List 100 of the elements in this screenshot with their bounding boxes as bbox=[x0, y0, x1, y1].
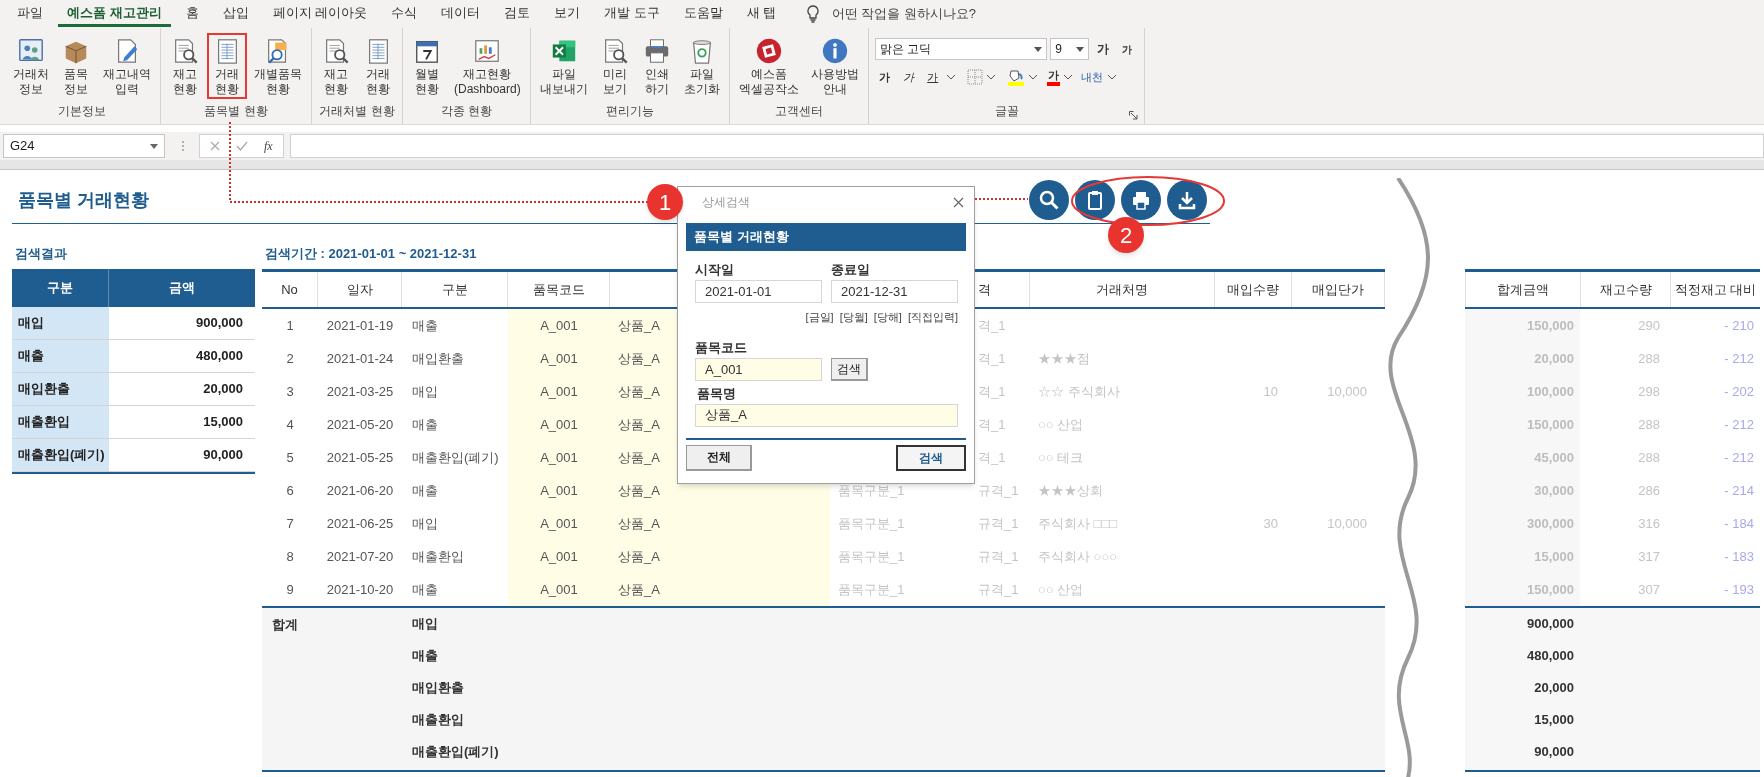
table-cell-text: 2021-07-20 bbox=[325, 547, 395, 566]
font-size-field[interactable]: 9 bbox=[1050, 38, 1090, 60]
menu-tab[interactable]: 도움말 bbox=[674, 1, 732, 27]
code-field[interactable]: A_001 bbox=[695, 357, 822, 381]
table-cell-text: 품목구분_1 bbox=[837, 514, 906, 533]
caret-icon[interactable] bbox=[1063, 74, 1072, 80]
table-cell: A_001 bbox=[508, 507, 610, 540]
ribbon-button[interactable]: 인쇄 하기 bbox=[636, 33, 677, 99]
ribbon-button[interactable]: 거래 현황 bbox=[207, 33, 247, 99]
search-button[interactable]: 검색 bbox=[896, 444, 966, 471]
search-button[interactable] bbox=[1029, 180, 1069, 220]
column-header: 합계금액 bbox=[1465, 272, 1580, 307]
name-field[interactable]: 상품_A bbox=[695, 403, 958, 427]
shrink-font-button[interactable]: 가 bbox=[1116, 38, 1138, 60]
menu-tab[interactable]: 홈 bbox=[176, 1, 208, 27]
download-button[interactable] bbox=[1167, 180, 1207, 220]
ribbon-button[interactable]: 파일 초기화 bbox=[678, 33, 725, 99]
ribbon-button[interactable]: 거래 현황 bbox=[358, 33, 398, 99]
ribbon-button[interactable]: 미리 보기 bbox=[594, 33, 635, 99]
start-date-field[interactable]: 2021-01-01 bbox=[695, 280, 822, 303]
caret-icon[interactable] bbox=[1076, 46, 1085, 52]
tell-me-text[interactable]: 어떤 작업을 원하시나요? bbox=[831, 4, 976, 24]
grow-font-button[interactable]: 가 bbox=[1092, 38, 1114, 60]
table-cell-text: - 183 bbox=[1723, 547, 1755, 566]
table-cell: 매입 bbox=[12, 307, 109, 339]
menu-tab[interactable]: 수식 bbox=[382, 1, 427, 27]
date-link[interactable]: [당해] bbox=[873, 309, 902, 326]
table-cell-text: 286 bbox=[1637, 481, 1661, 500]
printer-icon bbox=[1130, 189, 1152, 211]
ribbon-button[interactable]: 예스폼 엑셀공작소 bbox=[733, 33, 804, 99]
table-cell-text: 1 bbox=[285, 316, 295, 335]
table-cell: 매출환입(폐기) bbox=[12, 439, 109, 471]
ribbon-button[interactable]: 품목 정보 bbox=[56, 33, 96, 99]
column-header: 구분 bbox=[402, 272, 508, 307]
ribbon-button[interactable]: 재고내역 입력 bbox=[98, 33, 156, 99]
ribbon-button[interactable]: 사용방법 안내 bbox=[805, 33, 864, 99]
table-cell-text: 격_1 bbox=[978, 316, 1006, 335]
table-cell-text: - 210 bbox=[1723, 316, 1755, 335]
date-link[interactable]: [당월] bbox=[839, 309, 868, 326]
menu-tab[interactable]: 새 탭 bbox=[737, 1, 786, 27]
dialog-launcher-icon[interactable] bbox=[1128, 111, 1138, 120]
menu-tab[interactable]: 데이터 bbox=[432, 1, 490, 27]
menu-tab[interactable]: 보기 bbox=[545, 1, 590, 27]
italic-button[interactable]: 가 bbox=[898, 66, 919, 88]
ribbon-button[interactable]: 개별품목 현황 bbox=[249, 33, 307, 99]
bold-button[interactable]: 가 bbox=[874, 66, 895, 88]
table-cell-text: ☆☆ 주식회사 bbox=[1037, 382, 1121, 401]
caret-icon[interactable] bbox=[1107, 74, 1116, 80]
ribbon-button[interactable]: 월별 현황 bbox=[407, 33, 447, 99]
table-cell-text: 307 bbox=[1637, 580, 1661, 599]
formula-input[interactable] bbox=[289, 134, 1764, 158]
table-cell: A_001 bbox=[508, 573, 610, 606]
table-cell: 20,000 bbox=[1465, 342, 1580, 375]
table-cell-text: 규격_1 bbox=[978, 481, 1019, 500]
callout-badge: 2 bbox=[1108, 217, 1144, 253]
ribbon-button[interactable]: 재고 현황 bbox=[165, 33, 205, 99]
ribbon-button[interactable]: 재고현황 (Dashboard) bbox=[449, 33, 526, 99]
caret-icon[interactable] bbox=[150, 143, 158, 149]
all-button[interactable]: 전체 bbox=[686, 444, 752, 471]
menu-tab[interactable]: 페이지 레이아웃 bbox=[263, 1, 377, 27]
close-icon[interactable] bbox=[953, 196, 964, 208]
font-name-field[interactable]: 맑은 고딕 bbox=[874, 38, 1048, 60]
table-cell: 매입환출 bbox=[12, 373, 109, 405]
callout-badge: 1 bbox=[647, 184, 683, 220]
menu-tab[interactable]: 검토 bbox=[495, 1, 540, 27]
caret-icon[interactable] bbox=[1028, 74, 1037, 80]
table-cell: A_001 bbox=[508, 540, 610, 573]
table-cell-text: 규격_1 bbox=[978, 514, 1019, 533]
table-cell: 45,000 bbox=[1465, 441, 1580, 474]
menu-tab[interactable]: 삽입 bbox=[213, 1, 258, 27]
underline-button[interactable]: 가 bbox=[922, 66, 943, 88]
name-box[interactable]: G24 bbox=[3, 134, 165, 158]
table-cell-text: 20,000 bbox=[1533, 679, 1575, 698]
table-cell: 상품_A bbox=[610, 507, 830, 540]
caret-icon[interactable] bbox=[986, 74, 995, 80]
drag-handle-icon[interactable] bbox=[181, 140, 185, 152]
ribbon-button[interactable]: 거래처 정보 bbox=[8, 33, 54, 99]
page-title: 품목별 거래현황 bbox=[17, 189, 149, 212]
group-label: 품목별 현황 bbox=[203, 103, 269, 120]
end-date-field[interactable]: 2021-12-31 bbox=[831, 280, 958, 303]
search-button[interactable]: 검색 bbox=[831, 357, 868, 381]
table-cell-text: 2021-06-25 bbox=[325, 514, 395, 533]
clipboard-button[interactable] bbox=[1075, 180, 1115, 220]
caret-icon[interactable] bbox=[946, 74, 955, 80]
phonetic-button[interactable]: 내천 bbox=[1079, 71, 1104, 83]
menu-tab[interactable]: 개발 도구 bbox=[595, 1, 669, 27]
insert-function-button[interactable]: fx bbox=[264, 137, 273, 155]
leader-line bbox=[975, 198, 1028, 200]
ribbon-button[interactable]: 파일 내보내기 bbox=[534, 33, 593, 99]
font-color-button[interactable]: 가 bbox=[1046, 68, 1060, 86]
lightbulb-icon bbox=[805, 5, 820, 23]
ribbon-button[interactable]: 재고 현황 bbox=[316, 33, 356, 99]
table-cell-text: - 214 bbox=[1723, 481, 1755, 500]
print-button[interactable] bbox=[1121, 180, 1161, 220]
fill-color-icon[interactable] bbox=[1006, 68, 1025, 86]
caret-icon[interactable] bbox=[1034, 46, 1043, 52]
menu-tab[interactable]: 파일 bbox=[8, 1, 52, 27]
table-cell-text: 10,000 bbox=[1326, 514, 1368, 533]
date-link[interactable]: [직접입력] bbox=[907, 309, 958, 326]
table-cell-text: 매출 bbox=[411, 647, 438, 666]
